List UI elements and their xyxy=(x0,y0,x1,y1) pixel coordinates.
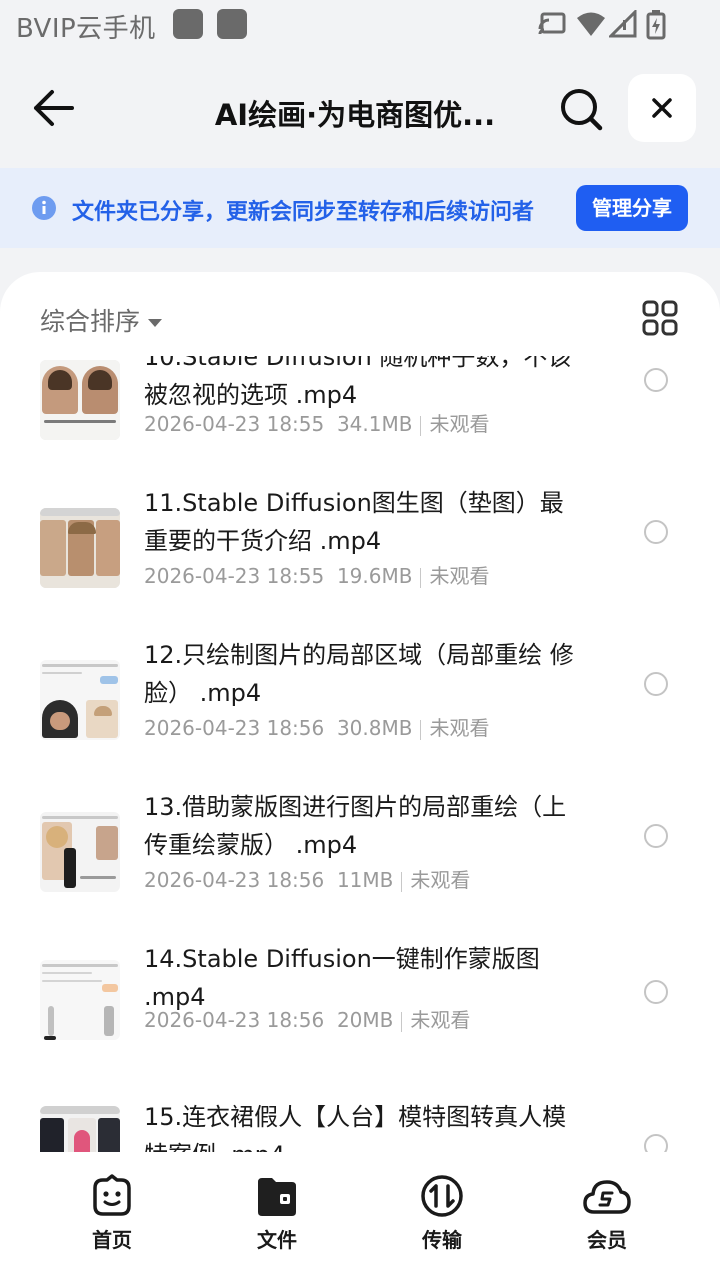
close-button[interactable] xyxy=(628,74,696,142)
video-thumbnail xyxy=(40,508,120,588)
file-size: 19.6MB xyxy=(336,564,413,588)
file-row[interactable]: 11.Stable Diffusion图生图（垫图）最重要的干货介绍 .mp4 … xyxy=(0,489,720,642)
select-radio[interactable] xyxy=(644,368,668,392)
file-name: 12.只绘制图片的局部区域（局部重绘 修脸） .mp4 xyxy=(144,641,574,707)
file-date: 2026-04-23 18:55 xyxy=(144,564,325,588)
notification-icon xyxy=(217,9,247,39)
share-banner: 文件夹已分享，更新会同步至转存和后续访问者 管理分享 xyxy=(0,168,720,248)
file-meta: 2026-04-23 18:56 20MB 未观看 xyxy=(144,1004,470,1033)
nav-member-label: 会员 xyxy=(587,1228,627,1252)
bottom-nav: 首页 文件 传输 会员 xyxy=(0,1152,720,1280)
file-row[interactable]: 12.只绘制图片的局部区域（局部重绘 修脸） .mp4 2026-04-23 1… xyxy=(0,641,720,794)
nav-files[interactable]: 文件 xyxy=(217,1174,337,1253)
nav-files-label: 文件 xyxy=(257,1228,297,1252)
video-thumbnail xyxy=(40,960,120,1040)
file-name: 11.Stable Diffusion图生图（垫图）最重要的干货介绍 .mp4 xyxy=(144,489,564,555)
file-size: 34.1MB xyxy=(336,412,413,436)
file-date: 2026-04-23 18:55 xyxy=(144,412,325,436)
file-size: 11MB xyxy=(336,868,394,892)
select-radio[interactable] xyxy=(644,980,668,1004)
file-row[interactable]: 14.Stable Diffusion一键制作蒙版图 .mp4 2026-04-… xyxy=(0,945,720,1098)
select-radio[interactable] xyxy=(644,824,668,848)
divider xyxy=(401,1011,403,1032)
file-name: 13.借助蒙版图进行图片的局部重绘（上传重绘蒙版） .mp4 xyxy=(144,793,567,859)
page-title: AI绘画·为电商图优... xyxy=(214,98,496,132)
select-radio[interactable] xyxy=(644,1134,668,1152)
watch-status: 未观看 xyxy=(429,564,490,588)
grid-view-icon[interactable] xyxy=(642,300,678,336)
video-thumbnail xyxy=(40,360,120,440)
divider xyxy=(420,567,422,588)
nav-transfer-label: 传输 xyxy=(422,1228,462,1252)
wifi-icon xyxy=(577,12,605,36)
divider xyxy=(420,719,422,740)
close-icon xyxy=(652,98,672,118)
header: AI绘画·为电商图优... xyxy=(0,48,720,168)
divider xyxy=(420,415,422,436)
file-date: 2026-04-23 18:56 xyxy=(144,868,325,892)
file-meta: 2026-04-23 18:55 19.6MB 未观看 xyxy=(144,560,489,589)
search-icon[interactable] xyxy=(556,84,606,134)
select-radio[interactable] xyxy=(644,520,668,544)
caret-down-icon xyxy=(148,319,163,327)
watch-status: 未观看 xyxy=(429,412,490,436)
watch-status: 未观看 xyxy=(429,716,490,740)
share-message: 文件夹已分享，更新会同步至转存和后续访问者 xyxy=(72,200,535,225)
nav-transfer[interactable]: 传输 xyxy=(382,1174,502,1253)
file-size: 20MB xyxy=(336,1008,394,1032)
nav-member[interactable]: 会员 xyxy=(547,1174,667,1253)
file-meta: 2026-04-23 18:56 30.8MB 未观看 xyxy=(144,712,489,741)
info-icon xyxy=(32,196,56,220)
select-radio[interactable] xyxy=(644,672,668,696)
file-meta: 2026-04-23 18:56 11MB 未观看 xyxy=(144,864,470,893)
file-list: 10.Stable Diffusion 随机种子数，不该被忽视的选项 .mp4 … xyxy=(0,356,720,1152)
file-date: 2026-04-23 18:56 xyxy=(144,716,325,740)
cloud-member-icon xyxy=(583,1180,631,1214)
folder-icon xyxy=(258,1178,296,1216)
signal-icon xyxy=(609,10,637,38)
video-thumbnail xyxy=(40,1106,120,1152)
status-bar: BVIP云手机 xyxy=(0,0,720,48)
sort-label: 综合排序 xyxy=(40,307,141,336)
battery-icon xyxy=(646,10,666,40)
nav-home[interactable]: 首页 xyxy=(52,1174,172,1253)
video-thumbnail xyxy=(40,660,120,740)
file-date: 2026-04-23 18:56 xyxy=(144,1008,325,1032)
back-arrow-icon[interactable] xyxy=(30,88,78,128)
watch-status: 未观看 xyxy=(410,1008,471,1032)
transfer-icon xyxy=(421,1175,463,1217)
carrier-label: BVIP云手机 xyxy=(16,14,156,44)
home-face-icon xyxy=(93,1174,131,1216)
file-name: 15.连衣裙假人【人台】模特图转真人模特案例 .mp4 xyxy=(144,1103,567,1152)
file-row[interactable]: 13.借助蒙版图进行图片的局部重绘（上传重绘蒙版） .mp4 2026-04-2… xyxy=(0,793,720,946)
watch-status: 未观看 xyxy=(410,868,471,892)
nav-home-label: 首页 xyxy=(92,1228,132,1252)
file-name: 10.Stable Diffusion 随机种子数，不该被忽视的选项 .mp4 xyxy=(144,356,572,409)
notification-icon xyxy=(173,9,203,39)
file-meta: 2026-04-23 18:55 34.1MB 未观看 xyxy=(144,408,489,437)
video-thumbnail xyxy=(40,812,120,892)
file-row[interactable]: 10.Stable Diffusion 随机种子数，不该被忽视的选项 .mp4 … xyxy=(0,356,720,490)
divider xyxy=(401,871,403,892)
sort-dropdown[interactable]: 综合排序 xyxy=(40,302,163,338)
file-row[interactable]: 15.连衣裙假人【人台】模特图转真人模特案例 .mp4 xyxy=(0,1090,720,1152)
cast-icon xyxy=(538,12,566,35)
manage-share-button[interactable]: 管理分享 xyxy=(576,185,688,231)
file-size: 30.8MB xyxy=(336,716,413,740)
